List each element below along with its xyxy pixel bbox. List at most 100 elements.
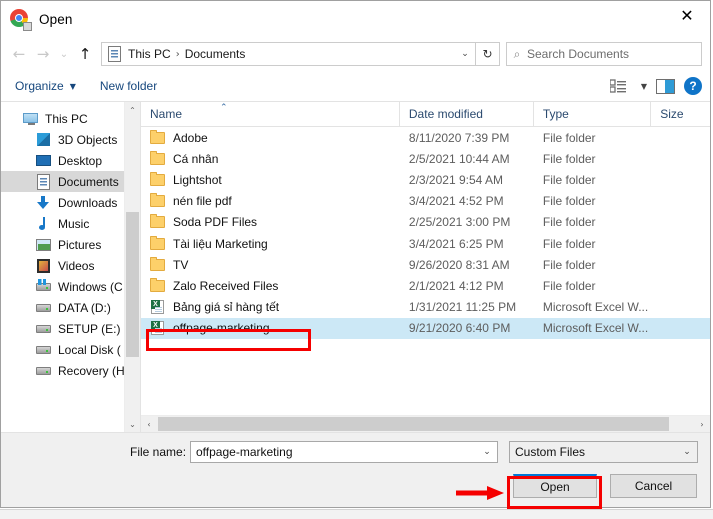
chevron-down-icon[interactable]: ⌄ xyxy=(477,447,497,457)
sidebar-item-videos[interactable]: Videos xyxy=(1,255,140,276)
sort-ascending-icon: ⌃ xyxy=(220,103,228,113)
table-row[interactable]: Bảng giá sỉ hàng tết 1/31/2021 11:25 PM Mi… xyxy=(141,297,710,318)
scroll-left-icon[interactable]: ‹ xyxy=(141,416,157,432)
dialog-body: This PC 3D Objects Desktop Documents Downloa… xyxy=(1,101,710,432)
sidebar-item-setup-e[interactable]: SETUP (E:) xyxy=(1,318,140,339)
view-list-glyph xyxy=(609,79,626,93)
sidebar-item-label: Windows (C xyxy=(58,279,123,294)
file-name-text: Cá nhân xyxy=(173,151,219,166)
navigation-pane: This PC 3D Objects Desktop Documents Downloa… xyxy=(1,102,140,432)
change-view-icon[interactable] xyxy=(609,78,632,94)
column-header-size[interactable]: Size xyxy=(651,102,710,126)
file-name-text: Bảng giá sỉ hàng tết xyxy=(173,300,280,315)
table-row[interactable]: TV 9/26/2020 8:31 AM File folder xyxy=(141,254,710,275)
sidebar-item-label: Desktop xyxy=(58,153,103,168)
file-name-input[interactable]: offpage-marketing ⌄ xyxy=(190,441,498,463)
file-name-value: offpage-marketing xyxy=(196,445,293,459)
type-cell: File folder xyxy=(542,172,596,187)
sidebar-item-recovery-h[interactable]: Recovery (H xyxy=(1,360,140,381)
cancel-button[interactable]: Cancel xyxy=(610,474,697,498)
sidebar-item-label: Pictures xyxy=(58,237,102,252)
organize-label: Organize xyxy=(15,79,64,93)
sidebar-item-data-d[interactable]: DATA (D:) xyxy=(1,297,140,318)
help-button[interactable]: ? xyxy=(684,77,702,95)
desktop-icon xyxy=(36,153,52,169)
date-modified-cell: 9/21/2020 6:40 PM xyxy=(408,321,511,336)
scroll-up-icon[interactable]: ⌃ xyxy=(125,102,140,118)
chevron-down-icon[interactable]: ⌄ xyxy=(677,447,697,457)
file-name-cell: nén file pdf xyxy=(141,193,400,209)
new-folder-button[interactable]: New folder xyxy=(100,79,157,93)
table-row[interactable]: Soda PDF Files 2/25/2021 3:00 PM File fold… xyxy=(141,212,710,233)
date-modified-cell: 2/5/2021 10:44 AM xyxy=(408,151,510,166)
open-file-dialog: Open ✕ ← → ⌄ ↑ This PC › Documents ⌄ ↻ ⌕… xyxy=(0,0,711,508)
sidebar-item-desktop[interactable]: Desktop xyxy=(1,150,140,171)
breadcrumb-documents[interactable]: Documents xyxy=(183,47,248,61)
table-row[interactable]: Cá nhân 2/5/2021 10:44 AM File folder xyxy=(141,148,710,169)
sidebar-item-pictures[interactable]: Pictures xyxy=(1,234,140,255)
file-name-text: Tài liệu Marketing xyxy=(173,236,268,251)
file-name-cell: TV xyxy=(141,256,400,273)
command-bar: Organize ▼ New folder ▼ ? xyxy=(1,71,710,101)
folder-icon xyxy=(150,193,166,209)
file-name-text: Soda PDF Files xyxy=(173,215,258,230)
refresh-icon[interactable]: ↻ xyxy=(476,42,500,66)
sidebar-item-local-disk[interactable]: Local Disk ( xyxy=(1,339,140,360)
folder-icon xyxy=(150,129,166,146)
chevron-down-icon[interactable]: ⌄ xyxy=(455,49,475,59)
folder-icon xyxy=(150,150,166,167)
address-bar[interactable]: This PC › Documents ⌄ xyxy=(101,42,476,66)
search-placeholder: Search Documents xyxy=(527,47,630,61)
navigation-tree: This PC 3D Objects Desktop Documents Downloa… xyxy=(1,102,140,381)
forward-icon[interactable]: → xyxy=(31,42,55,66)
column-header-size-label: Size xyxy=(660,107,684,121)
sidebar-item-downloads[interactable]: Downloads xyxy=(1,192,140,213)
scroll-down-icon[interactable]: ⌄ xyxy=(125,416,140,432)
sidebar-item-this-pc[interactable]: This PC xyxy=(1,108,140,129)
scrollbar-thumb[interactable] xyxy=(126,212,139,357)
sidebar-item-3d-objects[interactable]: 3D Objects xyxy=(1,129,140,150)
file-type-filter-select[interactable]: Custom Files ⌄ xyxy=(509,441,698,463)
up-icon[interactable]: ↑ xyxy=(73,42,97,66)
pc-icon xyxy=(23,111,39,127)
column-header-name[interactable]: Name ⌃ xyxy=(141,102,400,126)
scroll-right-icon[interactable]: › xyxy=(694,416,710,432)
table-row[interactable]: Zalo Received Files 2/1/2021 4:12 PM File … xyxy=(141,275,710,296)
sidebar-item-documents[interactable]: Documents xyxy=(1,171,140,192)
breadcrumb-this-pc[interactable]: This PC xyxy=(126,47,173,61)
sidebar-item-music[interactable]: Music xyxy=(1,213,140,234)
recent-locations-icon[interactable]: ⌄ xyxy=(55,42,73,66)
table-row[interactable]: offpage-marketing 9/21/2020 6:40 PM Micros… xyxy=(141,317,710,339)
drive-icon xyxy=(36,300,52,316)
column-header-type[interactable]: Type xyxy=(534,102,652,126)
drive-icon xyxy=(36,342,52,358)
date-modified-cell: 3/4/2021 4:52 PM xyxy=(408,194,504,209)
table-row[interactable]: Lightshot 2/3/2021 9:54 AM File folder xyxy=(141,169,710,190)
file-list-pane: Name ⌃ Date modified Type Size Adobe 8/11… xyxy=(141,102,710,432)
hscrollbar-thumb[interactable] xyxy=(158,417,669,431)
documents-icon xyxy=(36,173,52,190)
file-name-text: Zalo Received Files xyxy=(173,278,279,293)
preview-pane-icon[interactable] xyxy=(656,78,675,94)
search-input[interactable]: ⌕ Search Documents xyxy=(506,42,702,66)
column-header-date-modified[interactable]: Date modified xyxy=(400,102,534,126)
windows-drive-icon xyxy=(36,278,52,295)
type-cell: File folder xyxy=(542,151,596,166)
back-icon[interactable]: ← xyxy=(7,42,31,66)
file-name-label: File name: xyxy=(130,445,187,459)
table-row[interactable]: Adobe 8/11/2020 7:39 PM File folder xyxy=(141,127,710,148)
table-row[interactable]: nén file pdf 3/4/2021 4:52 PM File folder xyxy=(141,191,710,212)
column-header-type-label: Type xyxy=(542,107,569,121)
open-button[interactable]: Open xyxy=(513,474,597,498)
sidebar-item-windows-c[interactable]: Windows (C xyxy=(1,276,140,297)
column-header-name-label: Name xyxy=(150,107,183,121)
table-row[interactable]: Tài liệu Marketing 3/4/2021 6:25 PM File f… xyxy=(141,233,710,254)
close-icon[interactable]: ✕ xyxy=(664,1,710,31)
music-icon xyxy=(36,216,52,232)
view-chevron-down-icon[interactable]: ▼ xyxy=(641,82,647,91)
folder-icon xyxy=(150,256,166,273)
organize-button[interactable]: Organize ▼ xyxy=(15,79,76,93)
file-list-horizontal-scrollbar[interactable]: ‹ › xyxy=(141,415,710,432)
navigation-scrollbar[interactable]: ⌃ ⌄ xyxy=(124,102,140,432)
file-name-cell: Adobe xyxy=(141,129,400,146)
